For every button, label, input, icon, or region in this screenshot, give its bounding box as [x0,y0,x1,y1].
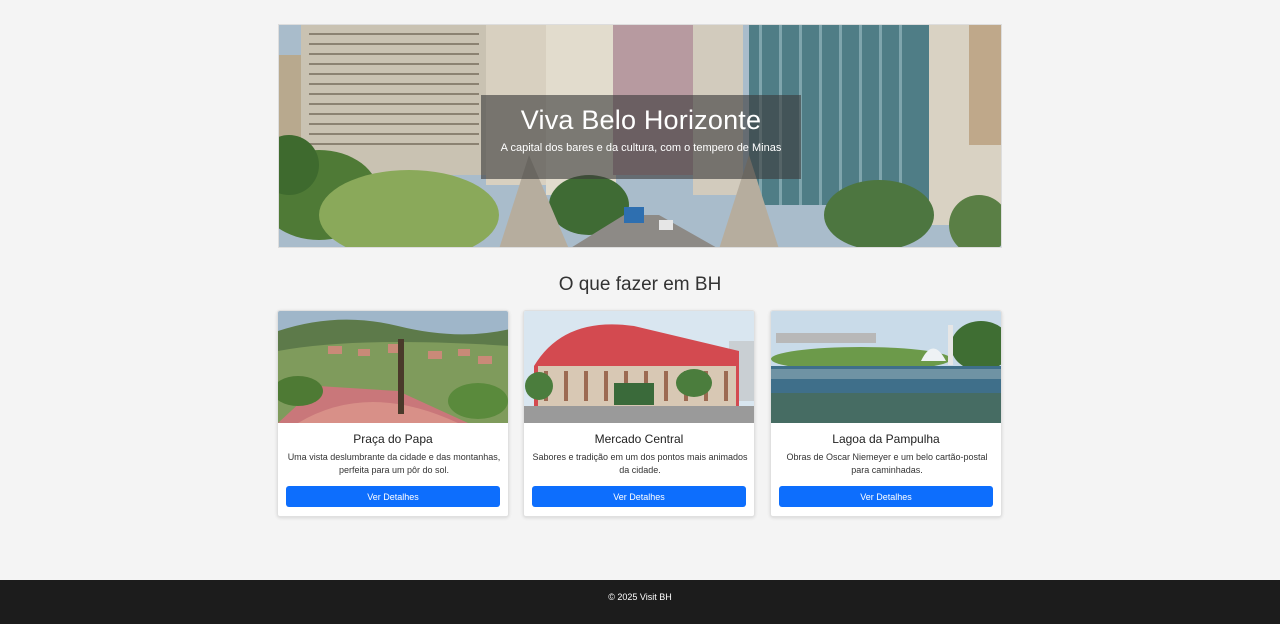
section-title: O que fazer em BH [558,274,722,295]
card-description: Uma vista deslumbrante da cidade e das m… [287,452,501,475]
footer: © 2025 Visit BH [0,580,1280,624]
ver-detalhes-button[interactable]: Ver Detalhes [532,486,746,507]
card-image-praca-do-papa [278,311,508,423]
ver-detalhes-button[interactable]: Ver Detalhes [779,486,993,507]
card-image-mercado-central [524,311,754,423]
hero-title: Viva Belo Horizonte [520,105,762,135]
footer-copyright: © 2025 Visit BH [608,592,672,602]
card-description: Sabores e tradição em um dos pontos mais… [532,452,748,475]
card-lagoa-da-pampulha: Lagoa da Pampulha Obras de Oscar Niemeye… [770,310,1002,517]
page: Viva Belo Horizonte A capital dos bares … [0,0,1280,580]
card-mercado-central: Mercado Central Sabores e tradição em um… [523,310,755,517]
hero-caption: Viva Belo Horizonte A capital dos bares … [481,95,801,179]
ver-detalhes-button[interactable]: Ver Detalhes [286,486,500,507]
hero-banner: Viva Belo Horizonte A capital dos bares … [278,24,1002,248]
card-title: Lagoa da Pampulha [832,432,940,446]
card-praca-do-papa: Praça do Papa Uma vista deslumbrante da … [277,310,509,517]
card-title: Praça do Papa [353,432,433,446]
hero-subtitle: A capital dos bares e da cultura, com o … [500,142,782,154]
card-description: Obras de Oscar Niemeyer e um belo cartão… [786,452,988,475]
card-title: Mercado Central [594,432,684,446]
card-image-lagoa-da-pampulha [771,311,1001,423]
